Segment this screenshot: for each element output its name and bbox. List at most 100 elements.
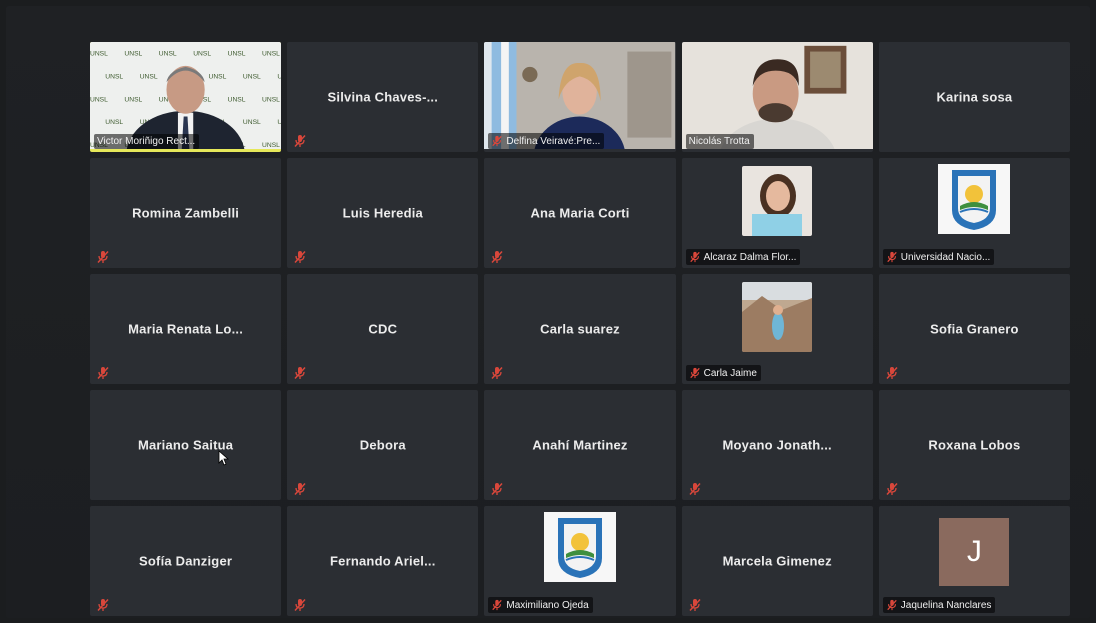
microphone-muted-icon [689,251,700,263]
microphone-muted-icon [887,251,897,263]
participant-tile[interactable]: Carla Jaime [681,274,873,384]
gallery-view: UNSL UNSL UNSL UNSL UNSL UNSL UNSL UNSL UNSL UNSL… [90,42,1070,616]
participant-name: Roxana Lobos [928,437,1021,453]
microphone-muted-icon [886,366,898,380]
participant-tile[interactable]: Ana Maria Corti [484,158,676,268]
participant-name: Alcaraz Dalma Flor... [703,251,797,263]
participant-name: Marcela Gimenez [722,553,832,569]
participant-name-label: Alcaraz Dalma Flor... [685,249,801,265]
participant-name: Sofía Danziger [139,553,233,569]
participant-name: Moyano Jonath... [722,437,832,453]
microphone-muted-icon [294,250,306,264]
participant-tile[interactable]: Moyano Jonath... [681,390,873,500]
participant-tile[interactable]: Mariano Saitua [90,390,282,500]
svg-text:UNSL: UNSL [159,50,177,57]
microphone-muted-icon [689,482,701,496]
participant-name: Silvina Chaves-... [327,89,439,105]
microphone-muted-icon [886,482,898,496]
svg-text:UNSL: UNSL [90,96,108,103]
participant-name: Victor Moriñigo Rect... [97,136,196,147]
participant-tile[interactable]: Fernando Ariel... [287,506,479,616]
participant-name-label: Jaquelina Nanclares [882,597,996,613]
microphone-muted-icon [492,135,503,147]
participant-tile[interactable]: Carla suarez [484,274,676,384]
svg-text:UNSL: UNSL [277,73,281,80]
svg-text:UNSL: UNSL [277,119,281,126]
svg-text:UNSL: UNSL [243,73,261,80]
microphone-muted-icon [689,367,700,379]
svg-text:UNSL: UNSL [105,119,123,126]
participant-name: CDC [368,321,398,337]
profile-photo [742,282,813,352]
participant-tile[interactable]: UNSL UNSL UNSL UNSL UNSL UNSL UNSL UNSL UNSL UNSL… [90,42,282,152]
participant-name-label: Delfina Veiravé:Pre... [488,133,605,149]
participant-tile[interactable]: Maximiliano Ojeda [484,506,676,616]
participant-name: Karina sosa [936,89,1013,105]
participant-tile[interactable]: Sofía Danziger [90,506,282,616]
microphone-muted-icon [491,250,503,264]
microphone-muted-icon [294,482,306,496]
participant-name-label: Carla Jaime [685,365,761,381]
participant-tile[interactable]: Anahí Martinez [484,390,676,500]
microphone-muted-icon [97,366,109,380]
participant-name: Maximiliano Ojeda [506,599,589,611]
participant-tile[interactable]: Karina sosa [878,42,1070,152]
participant-tile[interactable]: CDC [287,274,479,384]
participant-name: Luis Heredia [342,205,423,221]
microphone-muted-icon [492,599,503,611]
participant-tile[interactable]: Luis Heredia [287,158,479,268]
participant-tile[interactable]: Universidad Nacio... [878,158,1070,268]
participant-tile[interactable]: Alcaraz Dalma Flor... [681,158,873,268]
participant-name: Carla suarez [540,321,620,337]
microphone-muted-icon [97,598,109,612]
svg-text:UNSL: UNSL [228,50,246,57]
participant-name: Ana Maria Corti [530,205,630,221]
profile-photo [742,166,813,236]
participant-name: Universidad Nacio... [900,251,991,263]
participant-name: Carla Jaime [703,367,757,379]
participant-name-label: Maximiliano Ojeda [488,597,593,613]
svg-text:UNSL: UNSL [209,73,227,80]
participant-tile[interactable]: Debora [287,390,479,500]
participant-tile[interactable]: Roxana Lobos [878,390,1070,500]
video-feed [681,42,873,150]
participant-tile[interactable]: Maria Renata Lo... [90,274,282,384]
svg-text:UNSL: UNSL [193,50,211,57]
svg-text:UNSL: UNSL [262,96,280,103]
participant-tile[interactable]: Marcela Gimenez [681,506,873,616]
participant-tile[interactable]: Silvina Chaves-... [287,42,479,152]
microphone-muted-icon [689,598,701,612]
svg-text:UNSL: UNSL [124,50,142,57]
microphone-muted-icon [97,250,109,264]
participant-name: Nicolás Trotta [688,136,750,147]
microphone-muted-icon [491,366,503,380]
participant-tile[interactable]: Delfina Veiravé:Pre... [484,42,676,152]
participant-name-label: Universidad Nacio... [882,249,995,265]
participant-name-label: Victor Moriñigo Rect... [94,134,200,149]
microphone-muted-icon [887,599,897,611]
svg-text:UNSL: UNSL [90,50,108,57]
participant-name: Delfina Veiravé:Pre... [506,135,601,147]
participant-tile[interactable]: Romina Zambelli [90,158,282,268]
microphone-muted-icon [294,134,306,148]
avatar: J [939,518,1010,586]
microphone-muted-icon [491,482,503,496]
participant-name: Sofia Granero [930,321,1019,337]
microphone-muted-icon [294,366,306,380]
participant-name: Debora [359,437,406,453]
participant-tile[interactable]: Nicolás Trotta [681,42,873,152]
svg-text:UNSL: UNSL [262,142,280,149]
participant-name: Jaquelina Nanclares [900,599,992,611]
participant-name: Mariano Saitua [137,437,234,453]
participant-tile[interactable]: J Jaquelina Nanclares [878,506,1070,616]
participant-name: Maria Renata Lo... [128,321,244,337]
mouse-cursor-icon [218,450,230,466]
participant-name: Anahí Martinez [532,437,628,453]
video-feed: UNSL UNSL UNSL UNSL UNSL UNSL UNSL UNSL UNSL UNSL… [90,42,282,150]
university-logo [543,512,616,582]
microphone-muted-icon [294,598,306,612]
participant-tile[interactable]: Sofia Granero [878,274,1070,384]
svg-text:UNSL: UNSL [243,119,261,126]
svg-text:UNSL: UNSL [124,96,142,103]
university-logo [938,164,1011,234]
